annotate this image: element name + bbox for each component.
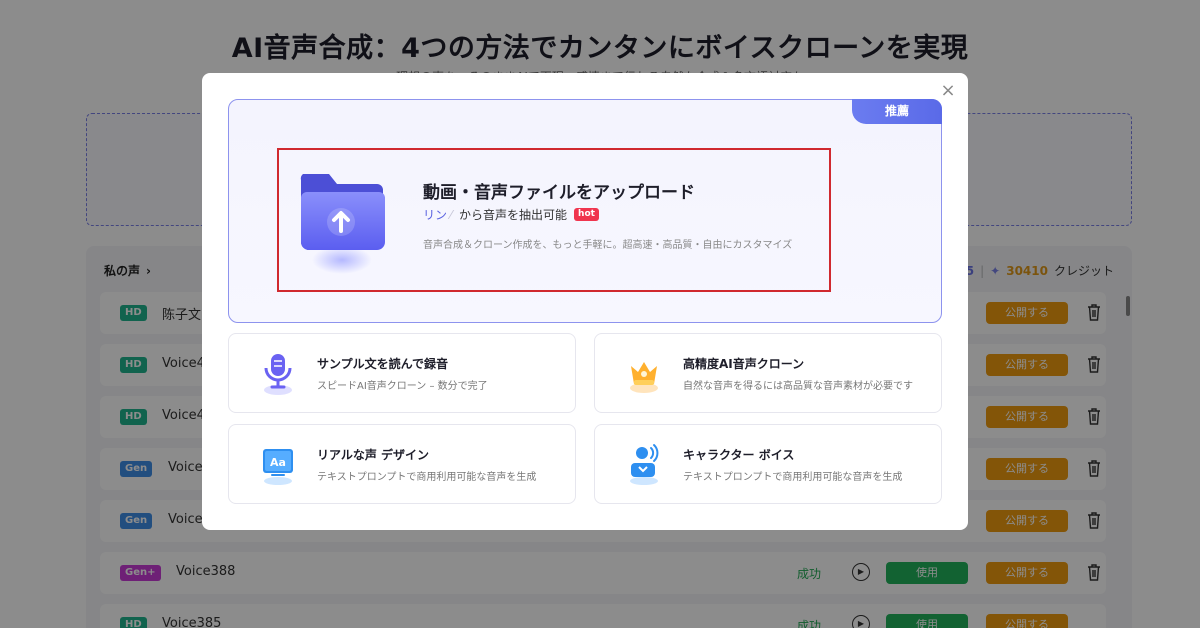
- upload-subtitle-text: から音声を抽出可能: [459, 208, 568, 222]
- option-title: リアルな声 デザイン: [317, 448, 430, 462]
- high-precision-clone-option[interactable]: 高精度AI音声クローン 自然な音声を得るには高品質な音声素材が必要です: [594, 333, 942, 413]
- upload-description: 音声合成＆クローン作成を、もっと手軽に。超高速・高品質・自由にカスタマイズ: [423, 240, 793, 251]
- close-icon[interactable]: ×: [940, 82, 956, 100]
- text-design-icon: Aa: [263, 449, 293, 485]
- option-title: サンプル文を読んで録音: [317, 357, 449, 371]
- character-voice-option[interactable]: キャラクター ボイス テキストプロンプトで商用利用可能な音声を生成: [594, 424, 942, 504]
- option-description: 自然な音声を得るには高品質な音声素材が必要です: [683, 381, 913, 392]
- option-title: 高精度AI音声クローン: [683, 357, 805, 371]
- option-description: テキストプロンプトで商用利用可能な音声を生成: [317, 472, 537, 483]
- voice-design-option[interactable]: Aa リアルな声 デザイン テキストプロンプトで商用利用可能な音声を生成: [228, 424, 576, 504]
- upload-title: 動画・音声ファイルをアップロード: [423, 183, 695, 203]
- voice-clone-method-modal: × 推薦 動画・音声ファイルをアップロード リン ⁄ から音声を抽出可能 hot…: [202, 73, 968, 530]
- option-description: テキストプロンプトで商用利用可能な音声を生成: [683, 472, 903, 483]
- crown-icon: [630, 362, 658, 393]
- svg-text:Aa: Aa: [270, 456, 286, 469]
- highlight-box: 動画・音声ファイルをアップロード リン ⁄ から音声を抽出可能 hot 音声合成…: [277, 148, 831, 292]
- upload-subtitle: リン ⁄ から音声を抽出可能 hot: [423, 206, 599, 223]
- upload-file-option[interactable]: 推薦 動画・音声ファイルをアップロード リン ⁄ から音声を抽出可能 hot 音…: [228, 99, 942, 323]
- link-slash: ⁄: [450, 207, 453, 222]
- record-sample-option[interactable]: サンプル文を読んで録音 スピードAI音声クローン – 数分で完了: [228, 333, 576, 413]
- option-title: キャラクター ボイス: [683, 448, 795, 462]
- recommend-tag: 推薦: [852, 99, 942, 124]
- hot-badge: hot: [574, 208, 599, 221]
- folder-upload-icon: [300, 174, 385, 274]
- character-icon: [630, 444, 659, 485]
- link-text[interactable]: リン: [423, 206, 447, 223]
- option-description: スピードAI音声クローン – 数分で完了: [317, 381, 488, 392]
- microphone-icon: [264, 354, 292, 395]
